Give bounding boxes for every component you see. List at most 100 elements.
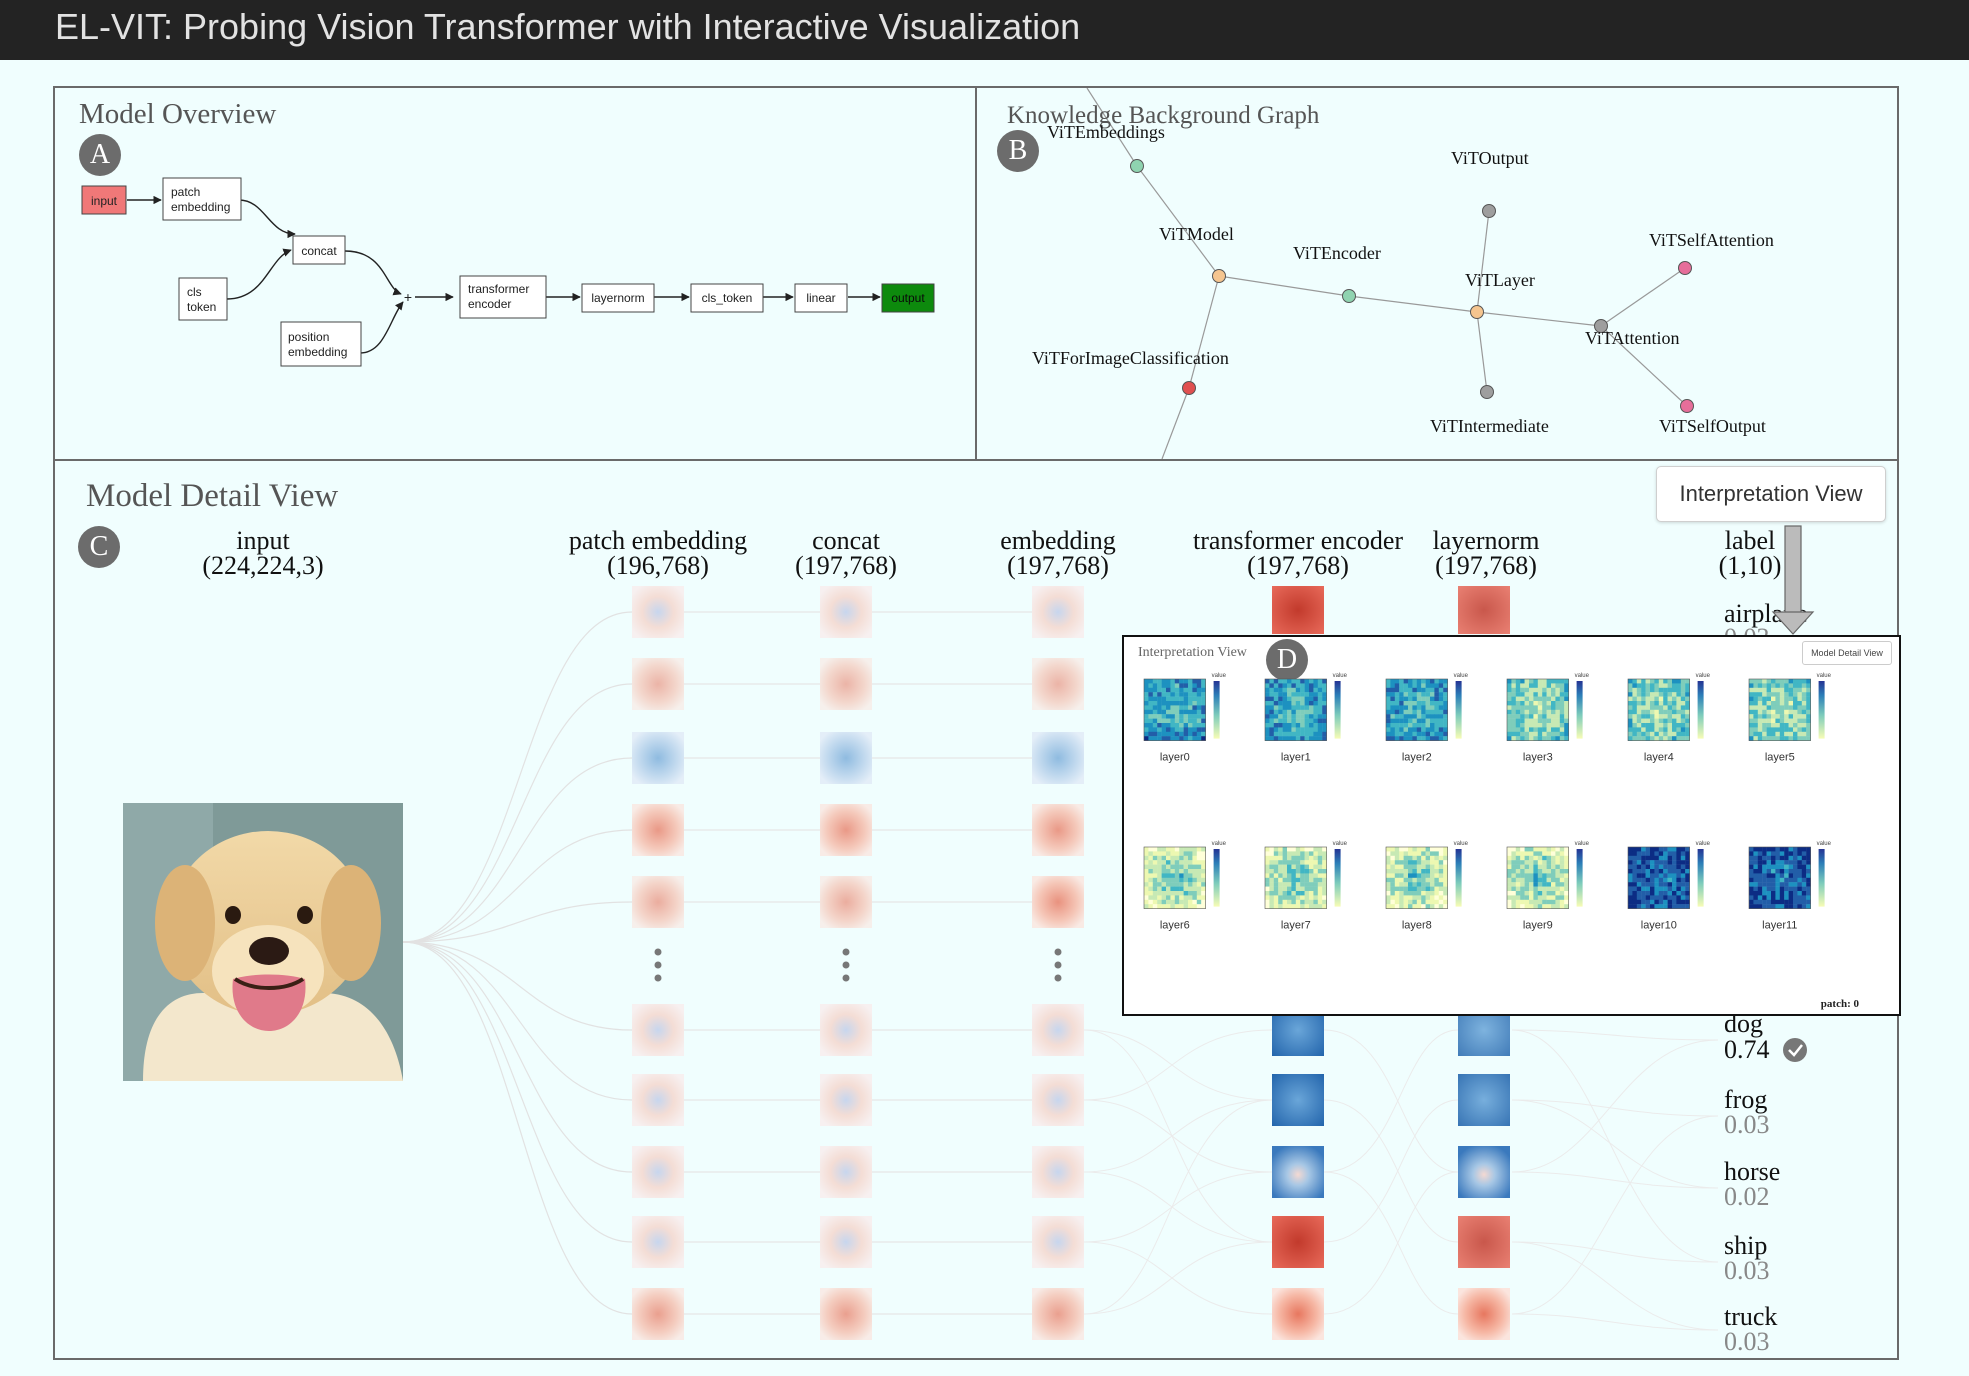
feature-map[interactable] <box>1272 1146 1324 1198</box>
colorbar-title: value <box>1817 841 1832 847</box>
feature-map[interactable] <box>632 1288 684 1340</box>
layer-heatmap[interactable]: value layer7 <box>1264 841 1348 932</box>
layer-heatmap[interactable]: value layer10 <box>1627 841 1711 932</box>
layer-label: layer2 <box>1402 752 1432 764</box>
layer-label: layer8 <box>1402 920 1432 932</box>
feature-map[interactable] <box>820 1216 872 1268</box>
feature-map[interactable] <box>1272 586 1324 634</box>
colorbar-title: value <box>1696 841 1711 847</box>
model-detail-view-button[interactable]: Model Detail View <box>1802 641 1892 665</box>
label-value: 0.03 <box>1724 1327 1770 1356</box>
colorbar-title: value <box>1575 841 1590 847</box>
layer-label: layer0 <box>1160 752 1190 764</box>
colorbar-title: value <box>1696 673 1711 679</box>
layer-heatmap[interactable]: value layer8 <box>1385 841 1469 932</box>
feature-map[interactable] <box>1032 1004 1084 1056</box>
feature-map[interactable] <box>820 1288 872 1340</box>
colorbar-title: value <box>1212 841 1227 847</box>
colorbar <box>1818 681 1825 739</box>
interpretation-view-button[interactable]: Interpretation View <box>1656 466 1886 522</box>
layer-heatmap[interactable]: value layer4 <box>1627 673 1711 764</box>
layer-heatmap[interactable]: value layer2 <box>1385 673 1469 764</box>
colorbar-title: value <box>1817 673 1832 679</box>
layer-heatmap[interactable]: value layer3 <box>1506 673 1590 764</box>
col-shape-patch-embedding: (196,768) <box>607 551 709 580</box>
layer-label: layer6 <box>1160 920 1190 932</box>
layer-label: layer10 <box>1641 920 1677 932</box>
col-shape-label: (1,10) <box>1719 551 1782 580</box>
feature-map[interactable] <box>632 658 684 710</box>
label-value: 0.03 <box>1724 1256 1770 1285</box>
feature-map[interactable] <box>1458 1216 1510 1268</box>
layer-heatmap[interactable]: value layer6 <box>1143 841 1227 932</box>
feature-map[interactable] <box>1032 1146 1084 1198</box>
colorbar-title: value <box>1454 841 1469 847</box>
colorbar-title: value <box>1575 673 1590 679</box>
feature-map[interactable] <box>820 1074 872 1126</box>
feature-map[interactable] <box>820 1004 872 1056</box>
feature-map[interactable] <box>1272 1216 1324 1268</box>
layer-heatmap[interactable]: value layer9 <box>1506 841 1590 932</box>
colorbar <box>1576 849 1583 907</box>
feature-map[interactable] <box>1032 804 1084 856</box>
layer-label: layer9 <box>1523 920 1553 932</box>
view-switch-arrow <box>1771 525 1815 635</box>
feature-map[interactable] <box>1032 586 1084 638</box>
feature-map[interactable] <box>1458 1074 1510 1126</box>
layer-label: layer4 <box>1644 752 1674 764</box>
feature-map[interactable] <box>1032 658 1084 710</box>
feature-map[interactable] <box>632 732 684 784</box>
feature-map[interactable] <box>1032 876 1084 928</box>
input-image[interactable] <box>123 803 403 1081</box>
col-shape-concat: (197,768) <box>795 551 897 580</box>
colorbar <box>1697 681 1704 739</box>
layer-heatmap[interactable]: value layer1 <box>1264 673 1348 764</box>
col-shape-input: (224,224,3) <box>202 551 323 580</box>
feature-map[interactable] <box>632 1216 684 1268</box>
feature-map[interactable] <box>820 732 872 784</box>
feature-map[interactable] <box>1032 732 1084 784</box>
label-value: 0.74 <box>1724 1035 1770 1064</box>
colorbar <box>1818 849 1825 907</box>
feature-map[interactable] <box>1032 1288 1084 1340</box>
layer-heatmap[interactable]: value layer0 <box>1143 673 1227 764</box>
feature-map[interactable] <box>1272 1288 1324 1340</box>
feature-map[interactable] <box>820 586 872 638</box>
label-value: 0.02 <box>1724 1182 1770 1211</box>
feature-map[interactable] <box>632 1004 684 1056</box>
ellipsis-dots <box>654 948 1062 982</box>
dense-connections <box>1083 1029 1719 1331</box>
input-connections <box>402 611 633 1315</box>
colorbar <box>1455 681 1462 739</box>
layer-heatmap[interactable]: value layer11 <box>1748 841 1832 932</box>
colorbar <box>1576 681 1583 739</box>
colorbar <box>1334 849 1341 907</box>
feature-map[interactable] <box>820 658 872 710</box>
row-links <box>684 611 1032 1315</box>
feature-map[interactable] <box>1458 1146 1510 1198</box>
feature-map[interactable] <box>1458 586 1510 634</box>
feature-map[interactable] <box>632 804 684 856</box>
feature-map[interactable] <box>632 1074 684 1126</box>
layer-label: layer5 <box>1765 752 1795 764</box>
colorbar-title: value <box>1212 673 1227 679</box>
layer-heatmaps: value layer0 value layer1 value layer2 value la… <box>1143 673 1832 932</box>
feature-map[interactable] <box>1272 1074 1324 1126</box>
col-shape-embedding: (197,768) <box>1007 551 1109 580</box>
feature-map[interactable] <box>632 1146 684 1198</box>
colorbar <box>1334 681 1341 739</box>
layer-heatmap[interactable]: value layer5 <box>1748 673 1832 764</box>
feature-map[interactable] <box>820 804 872 856</box>
check-icon <box>1783 1038 1807 1062</box>
patch-indicator: patch: 0 <box>1820 998 1859 1010</box>
layer-label: layer11 <box>1762 920 1797 932</box>
feature-map[interactable] <box>1458 1288 1510 1340</box>
feature-map[interactable] <box>820 1146 872 1198</box>
col-shape-transformer-encoder: (197,768) <box>1247 551 1349 580</box>
feature-map[interactable] <box>1032 1074 1084 1126</box>
feature-map[interactable] <box>820 876 872 928</box>
feature-map[interactable] <box>632 586 684 638</box>
interpretation-view-title: Interpretation View <box>1138 645 1247 660</box>
feature-map[interactable] <box>632 876 684 928</box>
feature-map[interactable] <box>1032 1216 1084 1268</box>
